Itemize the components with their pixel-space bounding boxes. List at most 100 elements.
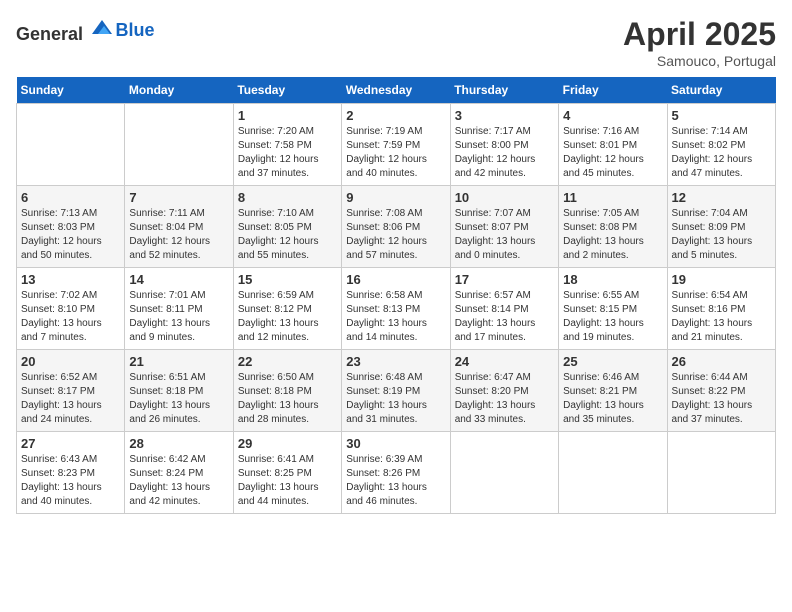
weekday-header-tuesday: Tuesday xyxy=(233,77,341,104)
day-info: Sunrise: 6:39 AMSunset: 8:26 PMDaylight:… xyxy=(346,453,445,509)
day-number: 24 xyxy=(455,354,554,369)
day-info: Sunrise: 6:59 AMSunset: 8:12 PMDaylight:… xyxy=(238,289,337,345)
day-info: Sunrise: 6:51 AMSunset: 8:18 PMDaylight:… xyxy=(129,371,228,427)
day-info: Sunrise: 6:44 AMSunset: 8:22 PMDaylight:… xyxy=(672,371,771,427)
day-cell: 8 Sunrise: 7:10 AMSunset: 8:05 PMDaylight… xyxy=(233,186,341,268)
day-info: Sunrise: 6:41 AMSunset: 8:25 PMDaylight:… xyxy=(238,453,337,509)
day-info: Sunrise: 7:20 AMSunset: 7:58 PMDaylight:… xyxy=(238,125,337,181)
day-info: Sunrise: 6:58 AMSunset: 8:13 PMDaylight:… xyxy=(346,289,445,345)
title-area: April 2025 Samouco, Portugal xyxy=(623,16,776,69)
weekday-header-row: SundayMondayTuesdayWednesdayThursdayFrid… xyxy=(17,77,776,104)
day-number: 23 xyxy=(346,354,445,369)
day-number: 10 xyxy=(455,190,554,205)
day-cell: 11Sunrise: 7:05 AMSunset: 8:08 PMDayligh… xyxy=(559,186,667,268)
day-cell xyxy=(125,104,233,186)
day-cell: 30 Sunrise: 6:39 AMSunset: 8:26 PMDayligh… xyxy=(342,432,450,514)
day-number: 26 xyxy=(672,354,771,369)
day-info: Sunrise: 7:13 AMSunset: 8:03 PMDaylight:… xyxy=(21,207,120,263)
header: General Blue April 2025 Samouco, Portuga… xyxy=(16,16,776,69)
day-cell: 26 Sunrise: 6:44 AMSunset: 8:22 PMDayligh… xyxy=(667,350,775,432)
day-info: Sunrise: 6:54 AMSunset: 8:16 PMDaylight:… xyxy=(672,289,771,345)
day-info: Sunrise: 7:19 AMSunset: 7:59 PMDaylight:… xyxy=(346,125,445,181)
day-number: 2 xyxy=(346,108,445,123)
day-cell: 6 Sunrise: 7:13 AMSunset: 8:03 PMDaylight… xyxy=(17,186,125,268)
day-cell: 1 Sunrise: 7:20 AMSunset: 7:58 PMDaylight… xyxy=(233,104,341,186)
day-cell: 23 Sunrise: 6:48 AMSunset: 8:19 PMDayligh… xyxy=(342,350,450,432)
day-cell: 4Sunrise: 7:16 AMSunset: 8:01 PMDaylight… xyxy=(559,104,667,186)
day-cell: 25 Sunrise: 6:46 AMSunset: 8:21 PMDayligh… xyxy=(559,350,667,432)
day-cell xyxy=(450,432,558,514)
day-number: 4 xyxy=(563,108,662,123)
day-number: 3 xyxy=(455,108,554,123)
day-cell: 21 Sunrise: 6:51 AMSunset: 8:18 PMDayligh… xyxy=(125,350,233,432)
day-number: 30 xyxy=(346,436,445,451)
day-cell: 16 Sunrise: 6:58 AMSunset: 8:13 PMDayligh… xyxy=(342,268,450,350)
weekday-header-saturday: Saturday xyxy=(667,77,775,104)
day-number: 7 xyxy=(129,190,228,205)
day-cell: 20 Sunrise: 6:52 AMSunset: 8:17 PMDayligh… xyxy=(17,350,125,432)
day-info: Sunrise: 6:48 AMSunset: 8:19 PMDaylight:… xyxy=(346,371,445,427)
day-number: 25 xyxy=(563,354,662,369)
day-cell: 27Sunrise: 6:43 AMSunset: 8:23 PMDayligh… xyxy=(17,432,125,514)
day-info: Sunrise: 7:01 AMSunset: 8:11 PMDaylight:… xyxy=(129,289,228,345)
day-info: Sunrise: 7:14 AMSunset: 8:02 PMDaylight:… xyxy=(672,125,771,181)
day-cell: 14 Sunrise: 7:01 AMSunset: 8:11 PMDayligh… xyxy=(125,268,233,350)
day-number: 19 xyxy=(672,272,771,287)
day-cell: 13Sunrise: 7:02 AMSunset: 8:10 PMDayligh… xyxy=(17,268,125,350)
week-row-2: 6 Sunrise: 7:13 AMSunset: 8:03 PMDaylight… xyxy=(17,186,776,268)
day-info: Sunrise: 6:42 AMSunset: 8:24 PMDaylight:… xyxy=(129,453,228,509)
week-row-4: 20 Sunrise: 6:52 AMSunset: 8:17 PMDayligh… xyxy=(17,350,776,432)
day-info: Sunrise: 6:47 AMSunset: 8:20 PMDaylight:… xyxy=(455,371,554,427)
weekday-header-wednesday: Wednesday xyxy=(342,77,450,104)
day-number: 22 xyxy=(238,354,337,369)
day-number: 28 xyxy=(129,436,228,451)
day-info: Sunrise: 6:50 AMSunset: 8:18 PMDaylight:… xyxy=(238,371,337,427)
day-number: 20 xyxy=(21,354,120,369)
day-number: 13 xyxy=(21,272,120,287)
day-cell: 22 Sunrise: 6:50 AMSunset: 8:18 PMDayligh… xyxy=(233,350,341,432)
logo-text-general: General xyxy=(16,24,83,44)
day-number: 27 xyxy=(21,436,120,451)
weekday-header-sunday: Sunday xyxy=(17,77,125,104)
day-cell: 12 Sunrise: 7:04 AMSunset: 8:09 PMDayligh… xyxy=(667,186,775,268)
day-number: 18 xyxy=(563,272,662,287)
day-cell: 5 Sunrise: 7:14 AMSunset: 8:02 PMDaylight… xyxy=(667,104,775,186)
day-number: 5 xyxy=(672,108,771,123)
day-cell: 28 Sunrise: 6:42 AMSunset: 8:24 PMDayligh… xyxy=(125,432,233,514)
day-info: Sunrise: 7:07 AMSunset: 8:07 PMDaylight:… xyxy=(455,207,554,263)
day-number: 16 xyxy=(346,272,445,287)
day-number: 14 xyxy=(129,272,228,287)
day-number: 15 xyxy=(238,272,337,287)
day-number: 17 xyxy=(455,272,554,287)
day-cell: 19 Sunrise: 6:54 AMSunset: 8:16 PMDayligh… xyxy=(667,268,775,350)
day-cell: 9Sunrise: 7:08 AMSunset: 8:06 PMDaylight… xyxy=(342,186,450,268)
day-cell: 18 Sunrise: 6:55 AMSunset: 8:15 PMDayligh… xyxy=(559,268,667,350)
day-info: Sunrise: 7:04 AMSunset: 8:09 PMDaylight:… xyxy=(672,207,771,263)
day-info: Sunrise: 6:52 AMSunset: 8:17 PMDaylight:… xyxy=(21,371,120,427)
day-number: 21 xyxy=(129,354,228,369)
day-info: Sunrise: 6:46 AMSunset: 8:21 PMDaylight:… xyxy=(563,371,662,427)
day-info: Sunrise: 6:57 AMSunset: 8:14 PMDaylight:… xyxy=(455,289,554,345)
day-cell: 29Sunrise: 6:41 AMSunset: 8:25 PMDayligh… xyxy=(233,432,341,514)
day-number: 9 xyxy=(346,190,445,205)
day-number: 12 xyxy=(672,190,771,205)
logo-text-blue: Blue xyxy=(116,20,155,40)
day-number: 6 xyxy=(21,190,120,205)
weekday-header-thursday: Thursday xyxy=(450,77,558,104)
day-cell: 24 Sunrise: 6:47 AMSunset: 8:20 PMDayligh… xyxy=(450,350,558,432)
day-info: Sunrise: 6:55 AMSunset: 8:15 PMDaylight:… xyxy=(563,289,662,345)
day-number: 11 xyxy=(563,190,662,205)
calendar-title: April 2025 xyxy=(623,16,776,53)
day-cell: 10 Sunrise: 7:07 AMSunset: 8:07 PMDayligh… xyxy=(450,186,558,268)
day-cell: 2 Sunrise: 7:19 AMSunset: 7:59 PMDaylight… xyxy=(342,104,450,186)
day-number: 8 xyxy=(238,190,337,205)
day-cell: 7 Sunrise: 7:11 AMSunset: 8:04 PMDaylight… xyxy=(125,186,233,268)
day-cell: 15 Sunrise: 6:59 AMSunset: 8:12 PMDayligh… xyxy=(233,268,341,350)
day-cell xyxy=(667,432,775,514)
day-info: Sunrise: 7:17 AMSunset: 8:00 PMDaylight:… xyxy=(455,125,554,181)
calendar-table: SundayMondayTuesdayWednesdayThursdayFrid… xyxy=(16,77,776,514)
day-info: Sunrise: 7:10 AMSunset: 8:05 PMDaylight:… xyxy=(238,207,337,263)
day-number: 1 xyxy=(238,108,337,123)
day-info: Sunrise: 7:11 AMSunset: 8:04 PMDaylight:… xyxy=(129,207,228,263)
week-row-3: 13Sunrise: 7:02 AMSunset: 8:10 PMDayligh… xyxy=(17,268,776,350)
